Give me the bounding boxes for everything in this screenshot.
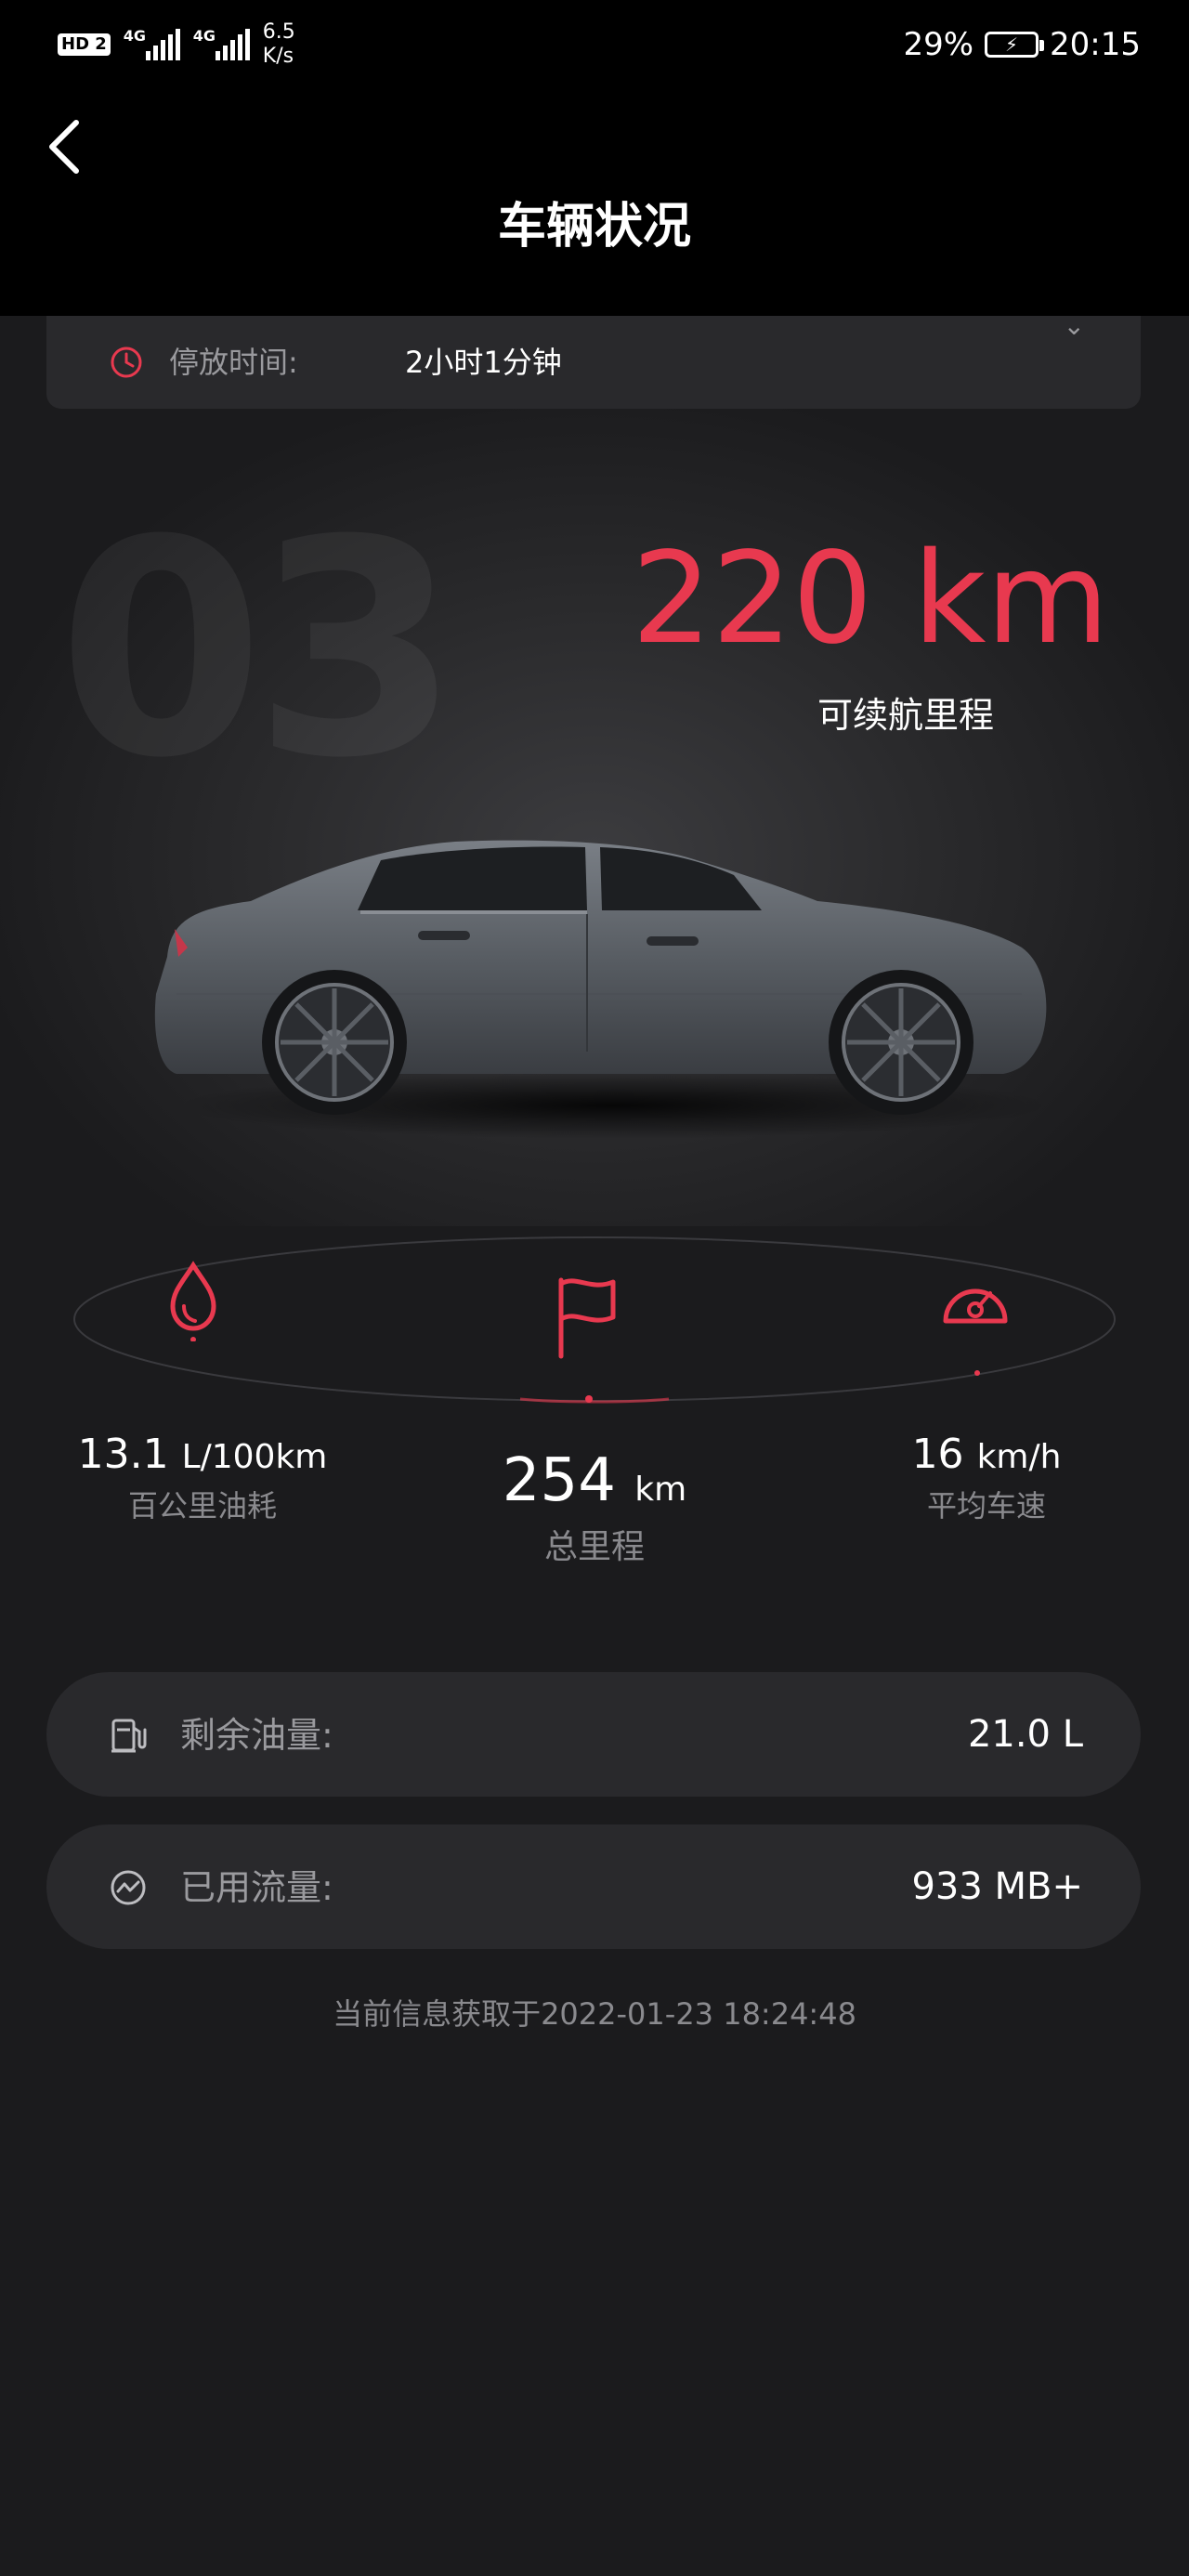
- network-type-label: 4G: [123, 27, 147, 45]
- car-image: [154, 840, 1050, 1139]
- last-updated-timestamp: 当前信息获取于2022-01-23 18:24:48: [333, 1996, 856, 2032]
- chevron-left-icon: [49, 120, 79, 174]
- network-speed-value: 6.5: [262, 20, 295, 44]
- vehicle-hero: 03 220 km 可续航里程: [0, 409, 1189, 1226]
- drop-icon: [170, 1261, 216, 1341]
- parking-time-value: 2小时1分钟: [405, 345, 562, 380]
- network-speed: 6.5 K/s: [263, 20, 295, 69]
- range-label: 可续航里程: [817, 695, 994, 736]
- signal-icon: 4G: [123, 27, 180, 60]
- avg-speed-value: 16: [911, 1431, 964, 1478]
- fuel-consumption-value: 13.1: [77, 1431, 169, 1478]
- model-watermark: 03: [58, 477, 460, 823]
- chevron-down-icon: ⌄: [1063, 310, 1085, 341]
- network-speed-unit: K/s: [262, 45, 294, 68]
- fuel-consumption-stat: 13.1 L/100km 百公里油耗: [54, 1429, 351, 1528]
- fuel-consumption-label: 百公里油耗: [127, 1488, 277, 1523]
- total-mileage-label: 总里程: [543, 1528, 645, 1566]
- parking-time-card[interactable]: 停放时间: 2小时1分钟 ⌄: [46, 310, 1141, 409]
- status-bar: HD 2 4G 4G 6.5 K/s 29% ⚡ 20:15: [0, 0, 1189, 84]
- remaining-fuel-value: 21.0 L: [967, 1713, 1083, 1756]
- data-usage-value: 933 MB+: [911, 1865, 1083, 1908]
- fuel-consumption-unit: L/100km: [181, 1438, 328, 1476]
- back-button[interactable]: [37, 119, 93, 175]
- page-title: 车辆状况: [497, 199, 691, 255]
- battery-charging-icon: ⚡: [985, 32, 1045, 58]
- total-mileage-stat: 254 km 总里程: [446, 1445, 743, 1570]
- network-type-label: 4G: [192, 27, 216, 45]
- remaining-fuel-card: 剩余油量: 21.0 L: [46, 1672, 1141, 1797]
- fuel-pump-icon: [111, 1719, 147, 1753]
- trend-icon: [111, 1870, 146, 1905]
- total-mileage-value: 254: [502, 1446, 616, 1515]
- battery-percent: 29%: [903, 26, 974, 63]
- clock-time: 20:15: [1050, 26, 1141, 63]
- flag-icon: [558, 1277, 616, 1403]
- data-usage-label: 已用流量:: [180, 1867, 333, 1908]
- remaining-fuel-label: 剩余油量:: [180, 1715, 333, 1756]
- data-usage-card: 已用流量: 933 MB+: [46, 1824, 1141, 1949]
- avg-speed-unit: km/h: [976, 1438, 1062, 1476]
- avg-speed-label: 平均车速: [926, 1488, 1046, 1523]
- clock-icon: [111, 347, 142, 378]
- avg-speed-stat: 16 km/h 平均车速: [838, 1429, 1135, 1528]
- speedometer-icon: [943, 1288, 1008, 1376]
- range-value: 220 km: [631, 526, 1109, 673]
- total-mileage-unit: km: [634, 1471, 687, 1509]
- hd-badge: HD 2: [58, 33, 111, 56]
- signal-icon: 4G: [192, 27, 250, 60]
- parking-time-label: 停放时间:: [169, 345, 298, 380]
